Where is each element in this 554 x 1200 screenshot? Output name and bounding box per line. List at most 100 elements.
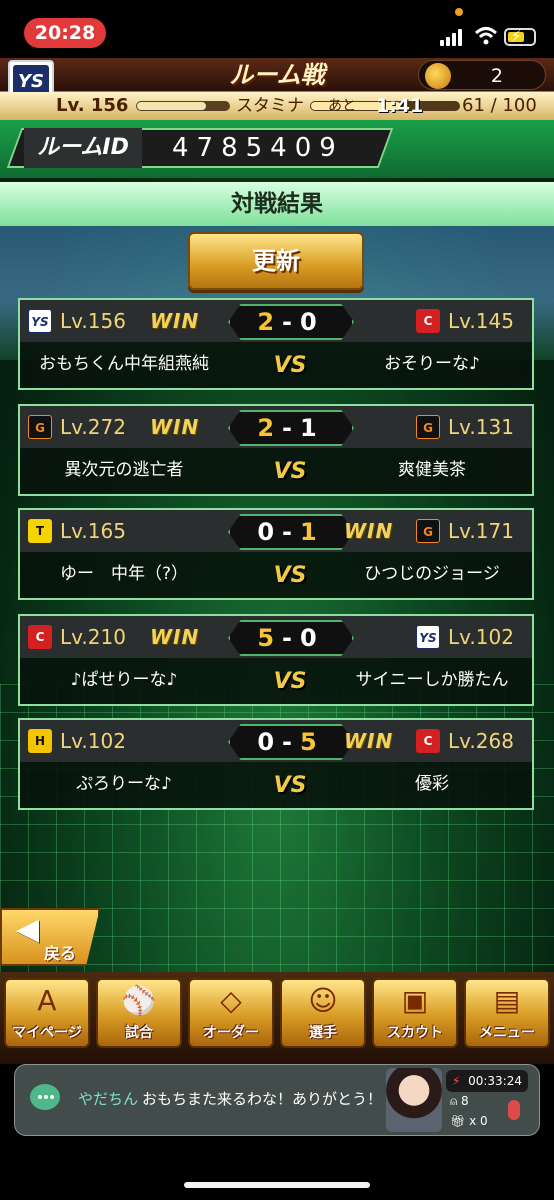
left-player-level: Lv.165 <box>60 519 126 543</box>
right-player-level: Lv.268 <box>448 729 514 753</box>
right-player-level: Lv.171 <box>448 519 514 543</box>
nav-icon: ▣ <box>401 984 429 1017</box>
left-team-emblem: YS <box>28 309 52 333</box>
live-elapsed-time: ⚡ 00:33:24 <box>446 1070 528 1092</box>
coin-count: 2 <box>490 65 503 87</box>
score-left: 0 <box>257 728 283 756</box>
commenter-name: やだちん <box>78 1090 139 1108</box>
left-player-level: Lv.102 <box>60 729 126 753</box>
score-left: 2 <box>257 308 283 336</box>
score-left: 5 <box>257 624 283 652</box>
right-team-emblem: C <box>416 729 440 753</box>
nav-item-4[interactable]: ☺ 選手 <box>280 978 366 1048</box>
chat-icon[interactable] <box>30 1084 60 1110</box>
player-level: Lv. 156 <box>56 95 129 116</box>
right-player-name: サイニーしか勝たん <box>355 670 509 690</box>
score: 2-1 <box>228 410 354 446</box>
battery-icon: ⚡ <box>504 27 536 46</box>
status-time: 20:28 <box>24 18 106 48</box>
right-player-name: ひつじのジョージ <box>364 564 500 584</box>
vs-label: VS <box>273 459 307 484</box>
signal-icon <box>440 28 466 46</box>
right-team-emblem: C <box>416 309 440 333</box>
back-arrow-icon: ◀ <box>16 912 40 947</box>
nav-icon: ☺ <box>308 984 338 1017</box>
right-player-name: 爽健美茶 <box>398 460 466 480</box>
nav-icon: ⚾ <box>121 984 157 1017</box>
live-bolt-icon: ⚡ <box>452 1074 461 1088</box>
score: 2-0 <box>228 304 354 340</box>
vs-label: VS <box>273 353 307 378</box>
right-team-emblem: YS <box>416 625 440 649</box>
gift-count: 🎁︎ x 0 <box>450 1114 488 1128</box>
left-team-emblem: H <box>28 729 52 753</box>
right-player-name: 優彩 <box>415 774 449 794</box>
match-card[interactable]: YS Lv.156 WIN 2-0 C Lv.145 おもちくん中年組燕純 VS おそりーな♪ <box>18 298 534 390</box>
right-team-emblem: G <box>416 519 440 543</box>
nav-label: スカウト <box>387 1025 443 1041</box>
stamina-timer: 1:41 <box>376 95 424 117</box>
results-title: 対戦結果 <box>231 191 323 217</box>
stamina-timer-prefix: あと <box>328 98 356 114</box>
gift-count-value: x 0 <box>469 1114 488 1128</box>
left-player-name: おもちくん中年組燕純 <box>39 354 209 374</box>
left-player-level: Lv.210 <box>60 625 126 649</box>
nav-icon: ◇ <box>220 984 242 1017</box>
home-indicator[interactable] <box>184 1182 370 1188</box>
right-player-level: Lv.102 <box>448 625 514 649</box>
left-player-name: 異次元の逃亡者 <box>64 460 184 480</box>
right-player-name: おそりーな♪ <box>384 354 480 374</box>
room-id-value: 4785409 <box>172 133 344 163</box>
left-team-emblem: G <box>28 415 52 439</box>
left-player-level: Lv.272 <box>60 415 126 439</box>
win-badge: WIN <box>150 309 200 333</box>
update-button[interactable]: 更新 <box>188 232 364 290</box>
back-label: 戻る <box>44 944 77 963</box>
mic-icon[interactable] <box>508 1100 520 1120</box>
score-right: 0 <box>299 308 325 336</box>
viewer-count: ⍝ 8 <box>450 1094 469 1109</box>
win-badge: WIN <box>344 519 394 543</box>
left-player-level: Lv.156 <box>60 309 126 333</box>
score-right: 1 <box>299 518 325 546</box>
status-bar: 20:28 ⚡ <box>0 0 554 58</box>
nav-label: 試合 <box>125 1025 153 1041</box>
win-badge: WIN <box>150 625 200 649</box>
nav-item-5[interactable]: ▣ スカウト <box>372 978 458 1048</box>
coin-counter[interactable]: 2 <box>418 60 546 90</box>
viewer-count-value: 8 <box>461 1094 469 1108</box>
score: 0-1 <box>228 514 354 550</box>
left-player-name: ♪ぱせりーな♪ <box>70 670 178 690</box>
nav-item-1[interactable]: A マイページ <box>4 978 90 1048</box>
nav-item-2[interactable]: ⚾ 試合 <box>96 978 182 1048</box>
score-dash: - <box>282 518 300 546</box>
left-team-emblem: C <box>28 625 52 649</box>
win-badge: WIN <box>150 415 200 439</box>
match-card[interactable]: G Lv.272 WIN 2-1 G Lv.131 異次元の逃亡者 VS 爽健美茶 <box>18 404 534 496</box>
match-card[interactable]: T Lv.165 0-1 WIN G Lv.171 ゆー 中年（?） VS ひつじのジョージ <box>18 508 534 600</box>
score-right: 0 <box>299 624 325 652</box>
stamina-label: スタミナ <box>236 96 304 116</box>
streamer-avatar[interactable] <box>386 1068 442 1132</box>
vs-label: VS <box>273 669 307 694</box>
nav-label: オーダー <box>203 1025 259 1041</box>
score: 5-0 <box>228 620 354 656</box>
win-badge: WIN <box>344 729 394 753</box>
gift-icon: 🎁︎ <box>450 1114 470 1128</box>
nav-item-3[interactable]: ◇ オーダー <box>188 978 274 1048</box>
nav-icon: ▤ <box>493 984 521 1017</box>
left-player-name: ゆー 中年（?） <box>59 564 189 584</box>
nav-label: メニュー <box>479 1025 535 1041</box>
match-card[interactable]: C Lv.210 WIN 5-0 YS Lv.102 ♪ぱせりーな♪ VS サイニーしか勝たん <box>18 614 534 706</box>
nav-item-6[interactable]: ▤ メニュー <box>464 978 550 1048</box>
score-right: 5 <box>299 728 325 756</box>
right-player-level: Lv.145 <box>448 309 514 333</box>
wifi-icon <box>474 27 498 45</box>
score-dash: - <box>282 308 300 336</box>
score-left: 0 <box>257 518 283 546</box>
match-card[interactable]: H Lv.102 0-5 WIN C Lv.268 ぷろりーな♪ VS 優彩 <box>18 718 534 810</box>
left-team-emblem: T <box>28 519 52 543</box>
left-player-name: ぷろりーな♪ <box>76 774 172 794</box>
nav-icon: A <box>37 984 57 1017</box>
level-stamina-bar: Lv. 156 スタミナ あと 1:41 61 / 100 <box>0 92 554 120</box>
